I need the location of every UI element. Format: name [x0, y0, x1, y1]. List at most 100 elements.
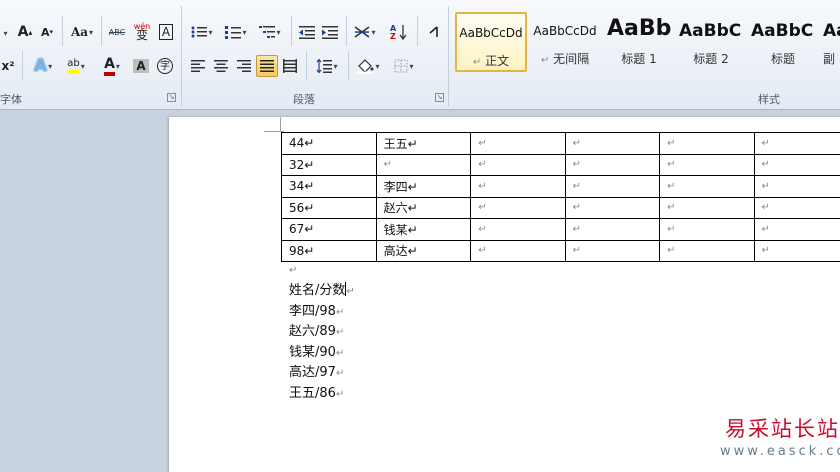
pinyin-guide-button[interactable]: wén 变: [131, 20, 153, 42]
text-paragraph[interactable]: 赵六/89↵: [289, 322, 344, 342]
paragraph-mark: ↵: [346, 286, 355, 297]
table-cell[interactable]: ↵: [753, 175, 840, 198]
style-name: 标题: [770, 52, 795, 66]
paragraph-dialog-launcher[interactable]: ↘: [435, 93, 444, 102]
table-cell[interactable]: ↵: [564, 196, 661, 219]
table-cell[interactable]: ↵: [470, 132, 566, 155]
table-cell[interactable]: ↵: [564, 153, 661, 176]
font-color-button[interactable]: A ▾: [96, 55, 128, 77]
text-paragraph[interactable]: 王五/86↵: [289, 384, 344, 404]
text-paragraph[interactable]: 钱某/90↵: [289, 343, 344, 363]
style-sample: AaBbCcDd: [459, 26, 523, 40]
borders-button[interactable]: ▾: [389, 55, 419, 77]
table-cell[interactable]: ↵: [564, 132, 661, 155]
align-left-icon: [191, 60, 205, 72]
watermark: 易采站长站 www.easck.com: [720, 415, 840, 461]
char-shading-button[interactable]: A: [131, 55, 151, 77]
align-left-button[interactable]: [187, 55, 209, 77]
style-heading-2[interactable]: AaBbC 标题 2: [675, 12, 747, 72]
increase-indent-button[interactable]: [319, 21, 341, 43]
table-cell[interactable]: ↵: [753, 153, 840, 176]
table-row: 34↵ 李四↵ ↵ ↵ ↵ ↵: [281, 175, 840, 198]
table-cell[interactable]: 67↵: [281, 218, 377, 241]
table-cell[interactable]: 钱某↵: [375, 218, 472, 241]
style-name: 副: [823, 52, 836, 66]
text-paragraph[interactable]: 高达/97↵: [289, 363, 344, 383]
clear-format-button[interactable]: ABC: [106, 21, 128, 43]
highlight-button[interactable]: ab ▾: [60, 55, 92, 77]
font-dialog-launcher[interactable]: ↘: [167, 93, 176, 102]
table-cell[interactable]: ↵: [470, 175, 566, 198]
shrink-font-button[interactable]: A ▾: [37, 21, 57, 43]
style-sample: AaBbC: [679, 21, 742, 41]
paragraph-mark: ↵: [335, 347, 345, 359]
table-cell[interactable]: ↵: [564, 175, 661, 198]
char-border-button[interactable]: A: [156, 21, 176, 43]
table-cell[interactable]: ↵: [470, 218, 566, 241]
table-cell[interactable]: 34↵: [281, 175, 377, 198]
table-cell[interactable]: 赵六↵: [375, 196, 472, 219]
distributed-button[interactable]: [279, 55, 301, 77]
style-name: 标题 2: [693, 52, 729, 66]
bullets-button[interactable]: ▾: [187, 21, 217, 43]
table-cell[interactable]: ↵: [753, 132, 840, 155]
grow-font-button[interactable]: A ▴: [14, 21, 36, 43]
paragraph-text: 王五/86: [289, 385, 336, 401]
style-normal[interactable]: AaBbCcDd ↵ 正文: [455, 12, 527, 72]
table-cell[interactable]: 44↵: [281, 132, 377, 155]
align-center-button[interactable]: [210, 55, 232, 77]
table-cell[interactable]: ↵: [470, 196, 566, 219]
table-cell[interactable]: ↵: [659, 239, 755, 262]
change-case-button[interactable]: Aa ▾: [67, 21, 97, 43]
text-paragraph[interactable]: 姓名/分数↵: [289, 281, 355, 301]
sort-button[interactable]: AZ: [387, 21, 411, 43]
style-subtitle[interactable]: Aa 副: [819, 12, 840, 72]
table-cell[interactable]: 高达↵: [375, 239, 472, 262]
justify-icon: [260, 60, 274, 72]
text-paragraph[interactable]: 李四/98↵: [289, 302, 344, 322]
crop-mark: [280, 117, 281, 132]
style-no-spacing[interactable]: AaBbCcDd ↵ 无间隔: [529, 12, 601, 72]
show-hide-marks-button[interactable]: [423, 21, 445, 43]
superscript-button[interactable]: x²: [0, 55, 16, 77]
align-right-button[interactable]: [233, 55, 255, 77]
table-cell[interactable]: ↵: [753, 218, 840, 241]
empty-paragraph[interactable]: ↵: [289, 260, 297, 280]
table-cell[interactable]: ↵: [659, 218, 755, 241]
table-cell[interactable]: ↵: [753, 239, 840, 262]
style-name: ↵ 无间隔: [540, 52, 590, 66]
justify-button[interactable]: [256, 55, 278, 77]
table-cell[interactable]: ↵: [659, 196, 755, 219]
style-title[interactable]: AaBbC 标题: [747, 12, 819, 72]
paragraph-text: 李四/98: [289, 303, 336, 319]
table-cell[interactable]: 李四↵: [375, 175, 472, 198]
table-cell[interactable]: ↵: [470, 153, 566, 176]
numbering-button[interactable]: ▾: [221, 21, 251, 43]
table-cell[interactable]: 32↵: [281, 153, 377, 176]
enclose-char-button[interactable]: 字: [154, 55, 176, 77]
table-cell[interactable]: ↵: [470, 239, 566, 262]
decrease-indent-button[interactable]: [296, 21, 318, 43]
line-spacing-button[interactable]: ▾: [312, 55, 342, 77]
distributed-icon: [283, 59, 297, 73]
table-cell[interactable]: ↵: [659, 175, 755, 198]
table-cell[interactable]: 王五↵: [375, 132, 472, 155]
text-effect-button[interactable]: A ▾: [28, 55, 58, 77]
multilevel-list-button[interactable]: ▾: [255, 21, 285, 43]
table-cell[interactable]: 98↵: [281, 239, 377, 262]
data-table[interactable]: 44↵ 王五↵ ↵ ↵ ↵ ↵ 32↵ ↵ ↵ ↵ ↵ ↵ 34↵ 李四↵ ↵ ↵ ↵ ↵ 56↵ 赵六↵ ↵ ↵ ↵ ↵ 67…: [281, 132, 840, 262]
table-cell[interactable]: ↵: [564, 239, 661, 262]
style-heading-1[interactable]: AaBb 标题 1: [603, 12, 675, 72]
table-cell[interactable]: ↵: [564, 218, 661, 241]
paragraph-text: 高达/97: [289, 365, 336, 380]
table-cell[interactable]: ↵: [659, 153, 755, 176]
watermark-url: www.easck.com: [720, 444, 840, 459]
paragraph-text: 钱某/90: [289, 344, 336, 360]
table-cell[interactable]: 56↵: [281, 196, 377, 219]
table-cell[interactable]: ↵: [753, 196, 840, 219]
font-size-dropdown[interactable]: ▾: [0, 22, 10, 44]
table-cell[interactable]: ↵: [375, 153, 472, 176]
shading-button[interactable]: ▾: [353, 55, 383, 77]
table-cell[interactable]: ↵: [659, 132, 755, 155]
chinese-layout-button[interactable]: ▾: [350, 21, 380, 43]
